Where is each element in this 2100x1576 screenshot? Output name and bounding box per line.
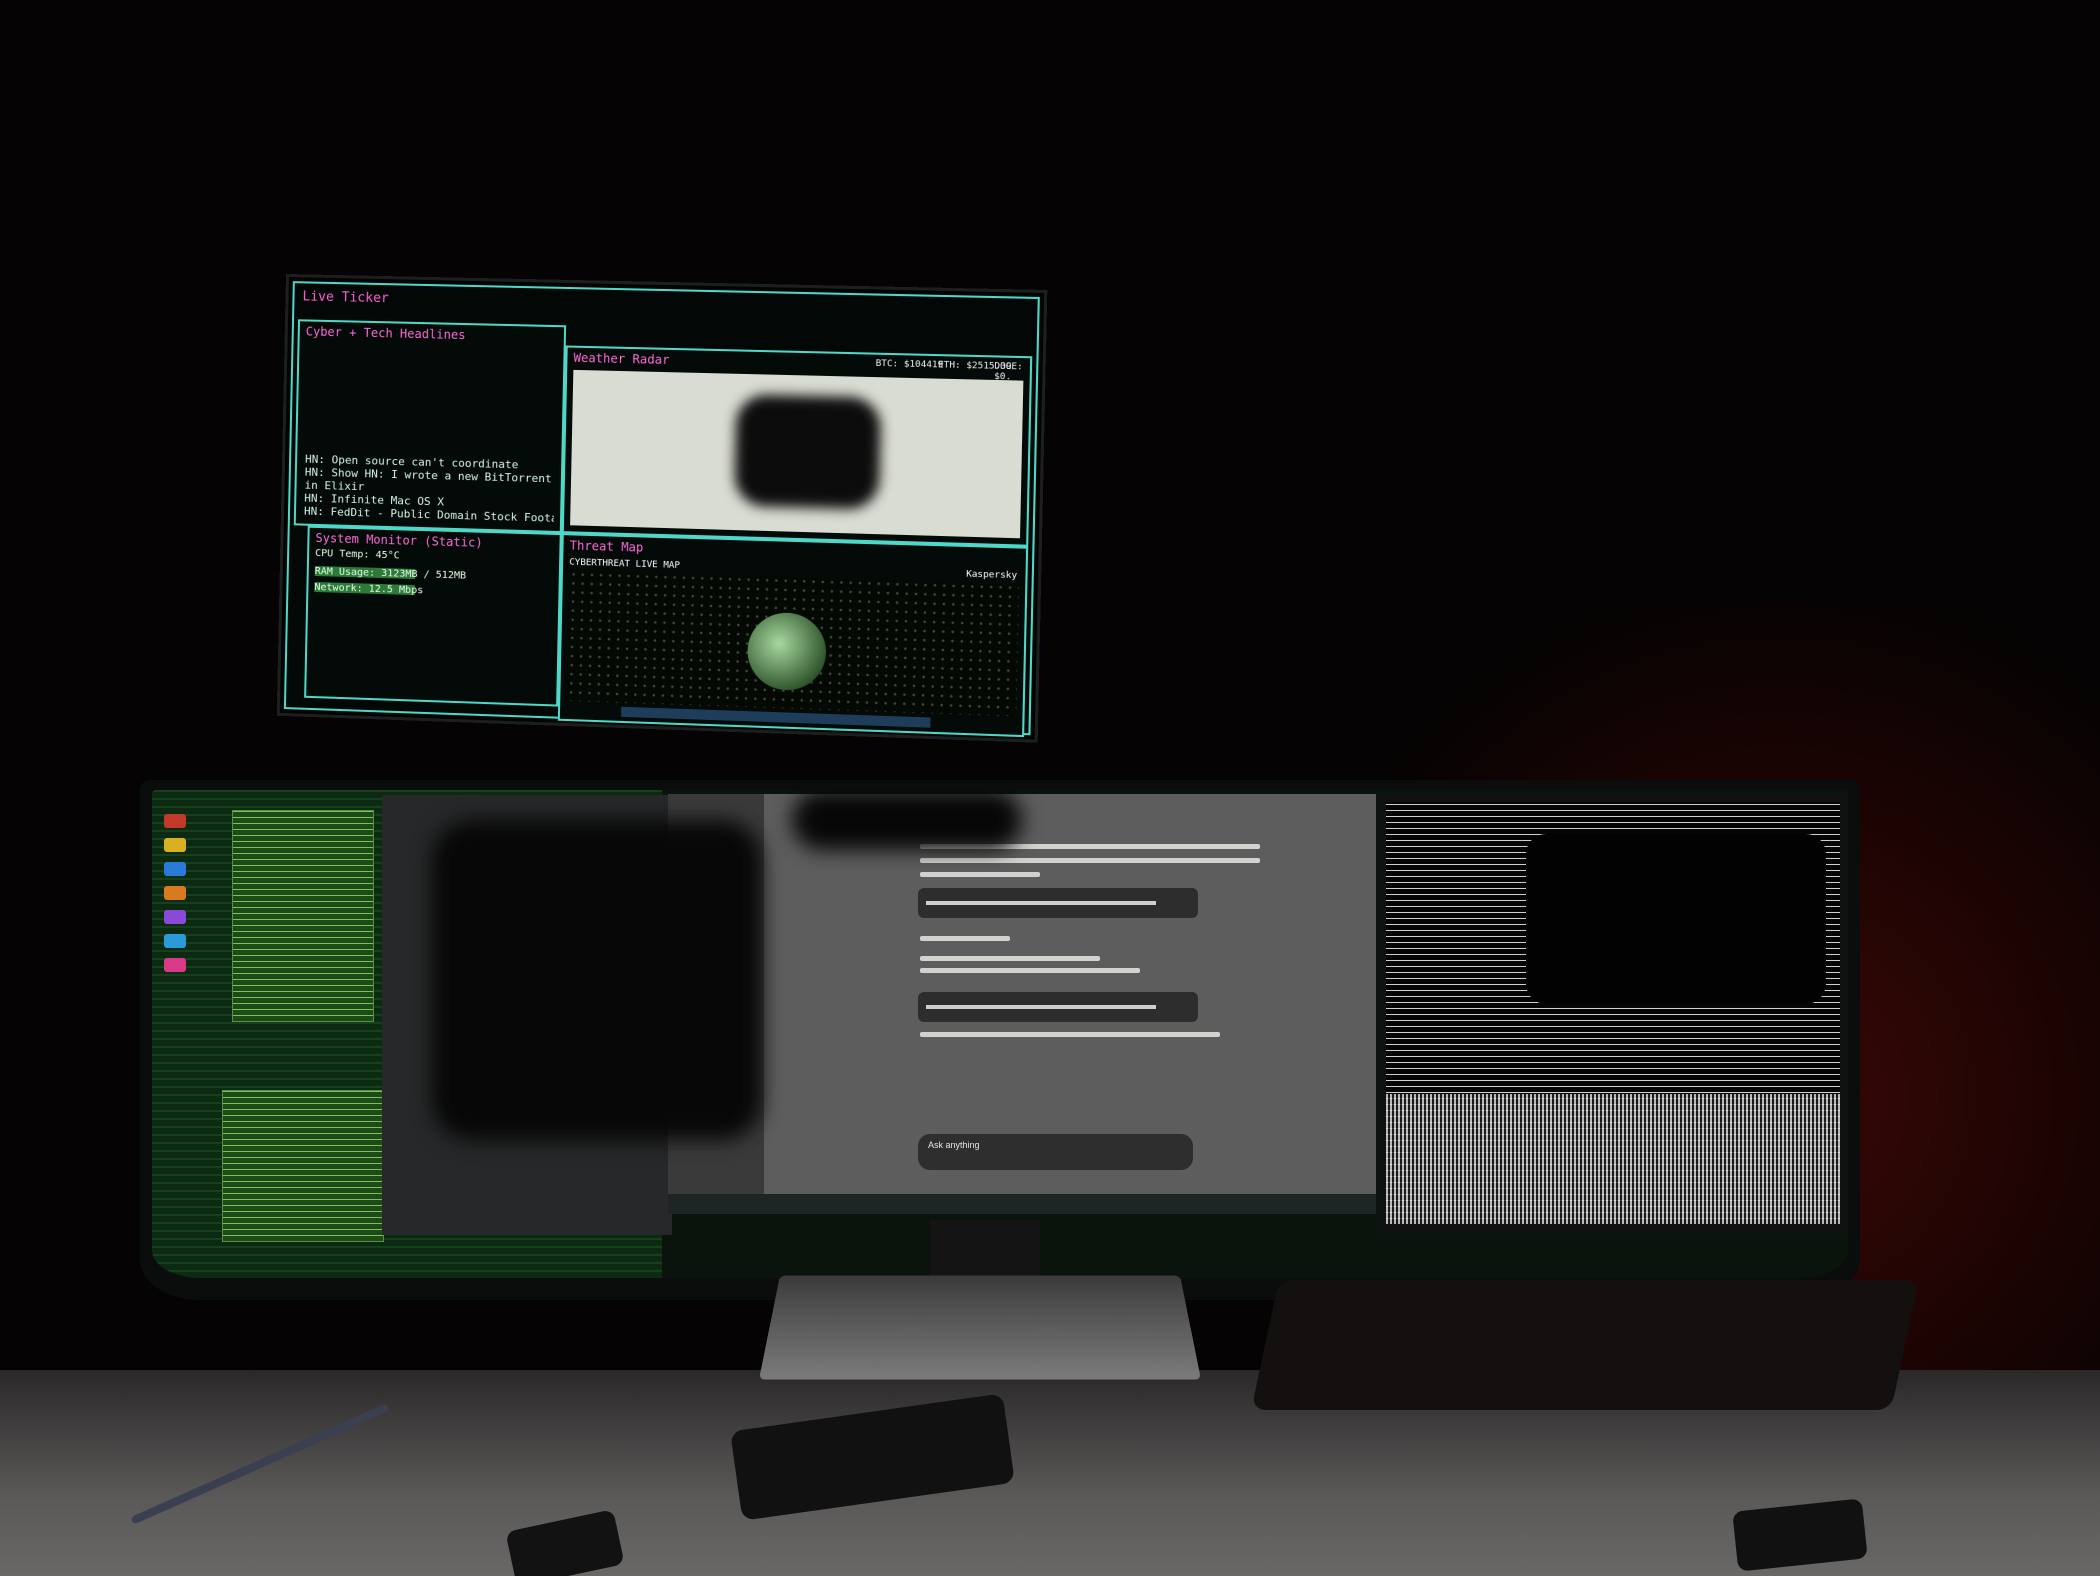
code-block[interactable] <box>918 888 1198 918</box>
system-monitor-panel: System Monitor (Static) CPU Temp: 45°C R… <box>304 526 562 707</box>
ultrawide-screen: Ask anything <box>152 790 1848 1278</box>
code-window <box>222 1090 384 1242</box>
chat-input-placeholder: Ask anything <box>928 1140 980 1150</box>
terminal-table <box>1386 1094 1840 1224</box>
top-monitor: Live Ticker Cyber + Tech Headlines HN: O… <box>277 274 1048 743</box>
app-icon[interactable] <box>164 958 186 972</box>
app-icon[interactable] <box>164 814 186 828</box>
weather-radar-panel: Weather Radar BTC: $104419 ETH: $2515.39… <box>562 345 1033 546</box>
ram-usage: RAM Usage: 3123MB / 512MB <box>315 566 467 582</box>
windows-taskbar[interactable] <box>668 1194 1376 1214</box>
photo-scene: Live Ticker Cyber + Tech Headlines HN: O… <box>0 0 2100 1576</box>
code-block[interactable] <box>918 992 1198 1022</box>
code-line <box>926 901 1156 905</box>
threat-map-brand: Kaspersky <box>966 569 1017 581</box>
redacted-region <box>432 820 762 1140</box>
app-icon[interactable] <box>164 838 186 852</box>
app-icon[interactable] <box>164 862 186 876</box>
network-rate: Network: 12.5 Mbps <box>314 582 423 596</box>
headlines-list: HN: Open source can't coordinate HN: Sho… <box>304 453 555 525</box>
desk-pad <box>1251 1280 1919 1410</box>
redacted-region <box>1526 834 1826 1004</box>
chat-app-window: Ask anything <box>668 794 1376 1194</box>
system-monitor-title: System Monitor (Static) <box>315 531 482 550</box>
app-icon[interactable] <box>164 910 186 924</box>
chat-text-line <box>920 956 1100 961</box>
chat-text-line <box>920 1032 1220 1037</box>
monitor-stand <box>759 1276 1201 1380</box>
radar-map[interactable] <box>570 370 1023 538</box>
terminal-window <box>1378 794 1848 1234</box>
redacted-region <box>734 394 881 510</box>
headlines-title: Cyber + Tech Headlines <box>306 324 466 342</box>
app-icon[interactable] <box>164 886 186 900</box>
live-ticker-title: Live Ticker <box>302 289 389 306</box>
btc-ticker: BTC: $104419 <box>876 359 944 371</box>
cpu-temp: CPU Temp: 45°C <box>315 548 400 562</box>
weather-radar-title: Weather Radar <box>573 351 669 367</box>
chat-text-line <box>920 968 1140 973</box>
chat-text-line <box>920 872 1040 877</box>
desktop-icons <box>156 804 200 982</box>
chat-text-line <box>920 858 1260 863</box>
top-monitor-screen: Live Ticker Cyber + Tech Headlines HN: O… <box>284 281 1040 735</box>
threat-map-panel: Threat Map CYBERTHREAT LIVE MAP Kaspersk… <box>558 533 1028 737</box>
app-icon[interactable] <box>164 934 186 948</box>
code-line <box>926 1005 1156 1009</box>
chat-input[interactable]: Ask anything <box>918 1134 1193 1170</box>
chat-text-line <box>920 936 1010 941</box>
threat-map-title: Threat Map <box>570 538 644 554</box>
redacted-region <box>792 790 1022 850</box>
code-window <box>232 810 374 1022</box>
headlines-panel: Cyber + Tech Headlines HN: Open source c… <box>294 319 566 533</box>
monitor-neck <box>930 1220 1040 1280</box>
threat-map-header: CYBERTHREAT LIVE MAP <box>569 558 680 571</box>
